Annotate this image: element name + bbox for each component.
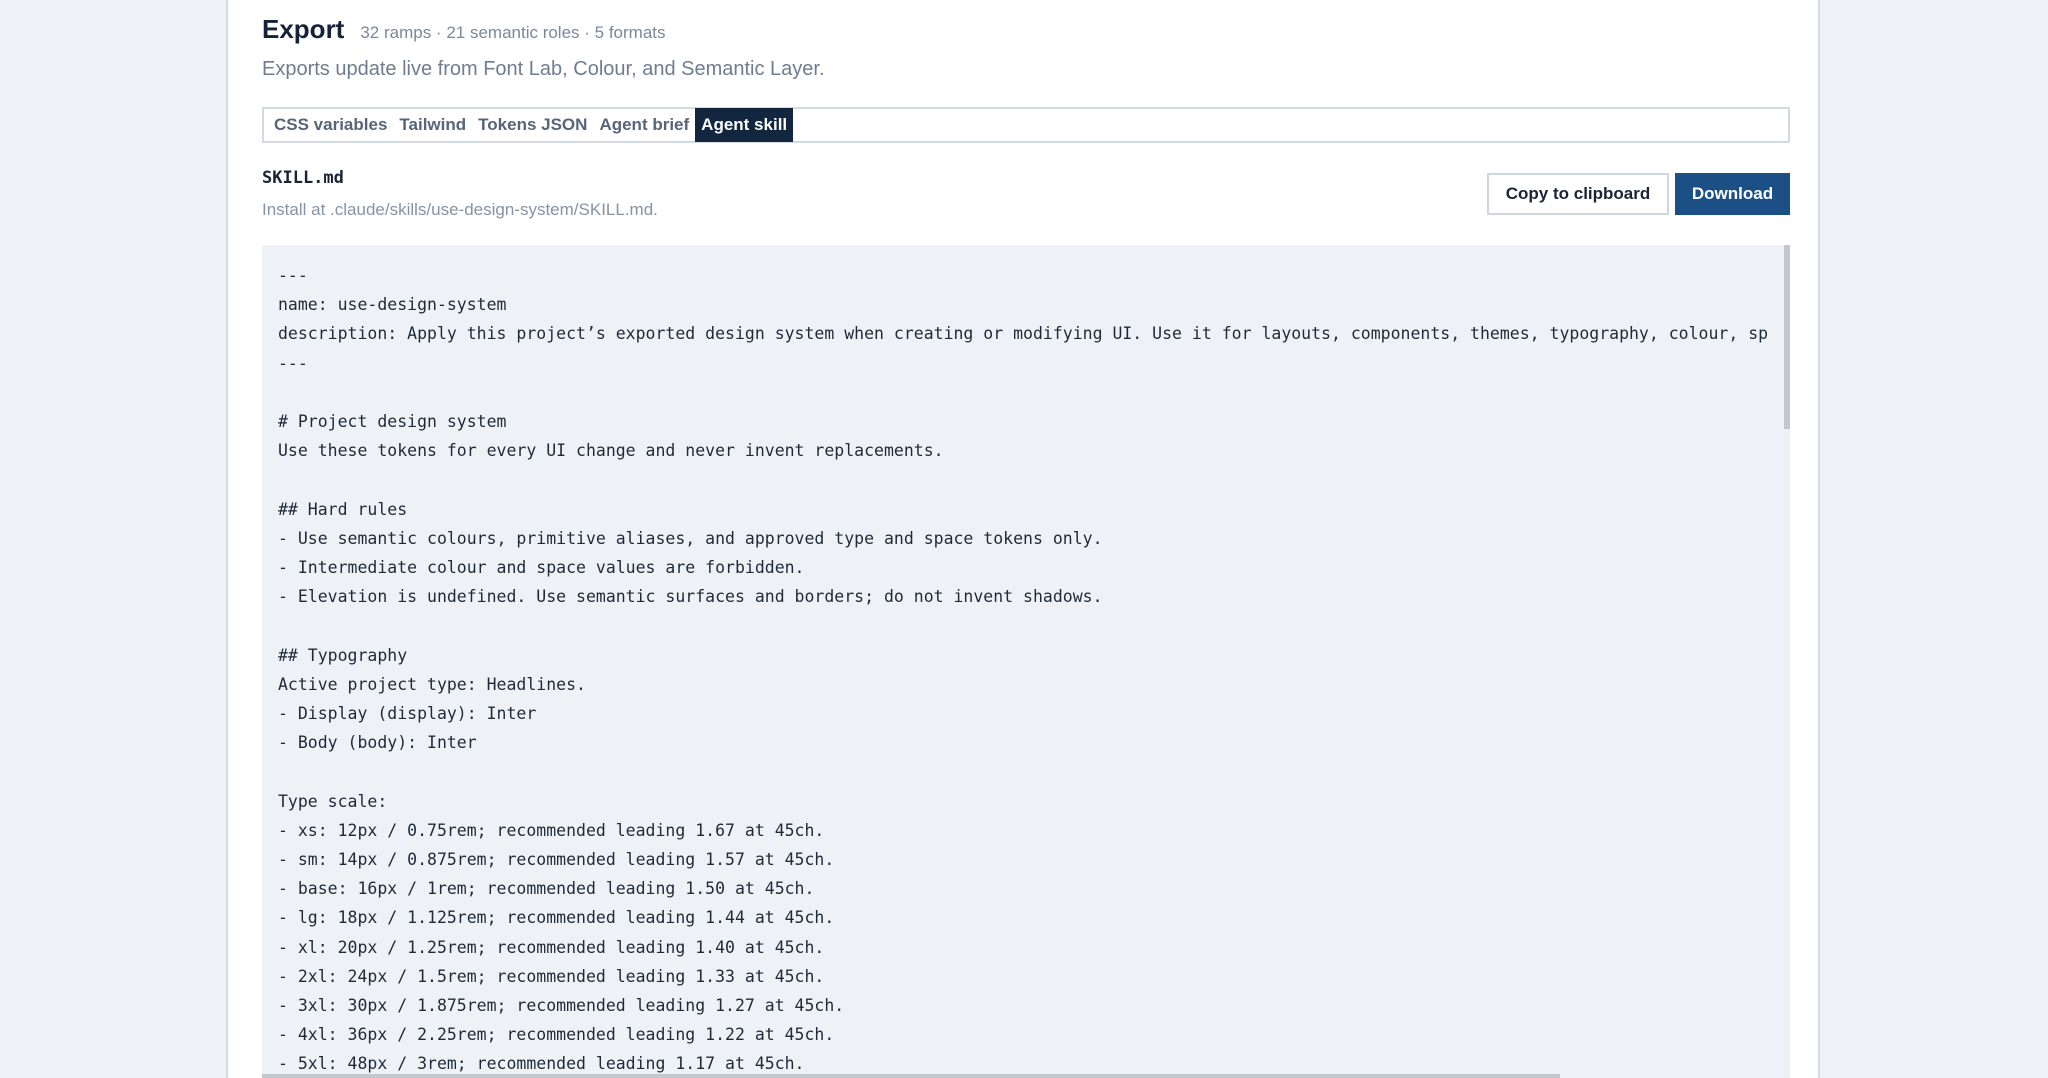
code-line: Active project type: Headlines.	[278, 674, 586, 694]
code-line: name: use-design-system	[278, 295, 507, 315]
code-line: # Project design system	[278, 412, 507, 432]
export-subtitle: Exports update live from Font Lab, Colou…	[262, 58, 825, 80]
horizontal-scrollbar[interactable]	[262, 1074, 1560, 1078]
code-line: - base: 16px / 1rem; recommended leading…	[278, 879, 815, 899]
vertical-scrollbar[interactable]	[1784, 245, 1790, 429]
code-line: Type scale:	[278, 791, 388, 811]
code-line: ## Hard rules	[278, 499, 408, 519]
install-hint: Install at .claude/skills/use-design-sys…	[262, 200, 658, 219]
code-line: - Display (display): Inter	[278, 704, 537, 724]
code-line: - xl: 20px / 1.25rem; recommended leadin…	[278, 937, 825, 957]
tab-agent-skill[interactable]: Agent skill	[695, 108, 794, 142]
code-line: - Intermediate colour and space values a…	[278, 558, 805, 578]
file-name: SKILL.md	[262, 168, 344, 188]
tab-tailwind[interactable]: Tailwind	[393, 108, 472, 142]
code-line: - 4xl: 36px / 2.25rem; recommended leadi…	[278, 1025, 835, 1045]
code-line: - Use semantic colours, primitive aliase…	[278, 528, 1103, 548]
code-line: - Elevation is undefined. Use semantic s…	[278, 587, 1103, 607]
copy-to-clipboard-button[interactable]: Copy to clipboard	[1487, 173, 1669, 215]
download-button[interactable]: Download	[1675, 173, 1790, 215]
tab-tokens-json[interactable]: Tokens JSON	[472, 108, 593, 142]
code-line: - sm: 14px / 0.875rem; recommended leadi…	[278, 850, 835, 870]
export-header: Export 32 ramps · 21 semantic roles · 5 …	[262, 14, 666, 45]
code-line: - Body (body): Inter	[278, 733, 477, 753]
code-line: - 2xl: 24px / 1.5rem; recommended leadin…	[278, 966, 825, 986]
code-preview[interactable]: --- name: use-design-system description:…	[262, 245, 1790, 1078]
code-line: description: Apply this project’s export…	[278, 324, 1769, 344]
code-line: - 5xl: 48px / 3rem; recommended leading …	[278, 1054, 805, 1074]
code-line: - 3xl: 30px / 1.875rem; recommended lead…	[278, 996, 845, 1016]
export-panel: Export 32 ramps · 21 semantic roles · 5 …	[226, 0, 1820, 1078]
code-line: ---	[278, 353, 308, 373]
code-line: Use these tokens for every UI change and…	[278, 441, 944, 461]
tab-agent-brief[interactable]: Agent brief	[593, 108, 695, 142]
code-line: - lg: 18px / 1.125rem; recommended leadi…	[278, 908, 835, 928]
tab-css-variables[interactable]: CSS variables	[268, 108, 393, 142]
export-meta: 32 ramps · 21 semantic roles · 5 formats	[360, 23, 666, 42]
code-line: ## Typography	[278, 645, 408, 665]
code-line: ---	[278, 266, 308, 285]
format-tabs: CSS variables Tailwind Tokens JSON Agent…	[262, 107, 1790, 143]
code-block: --- name: use-design-system description:…	[278, 261, 1768, 1078]
code-line: - xs: 12px / 0.75rem; recommended leadin…	[278, 820, 825, 840]
page-title: Export	[262, 14, 345, 44]
